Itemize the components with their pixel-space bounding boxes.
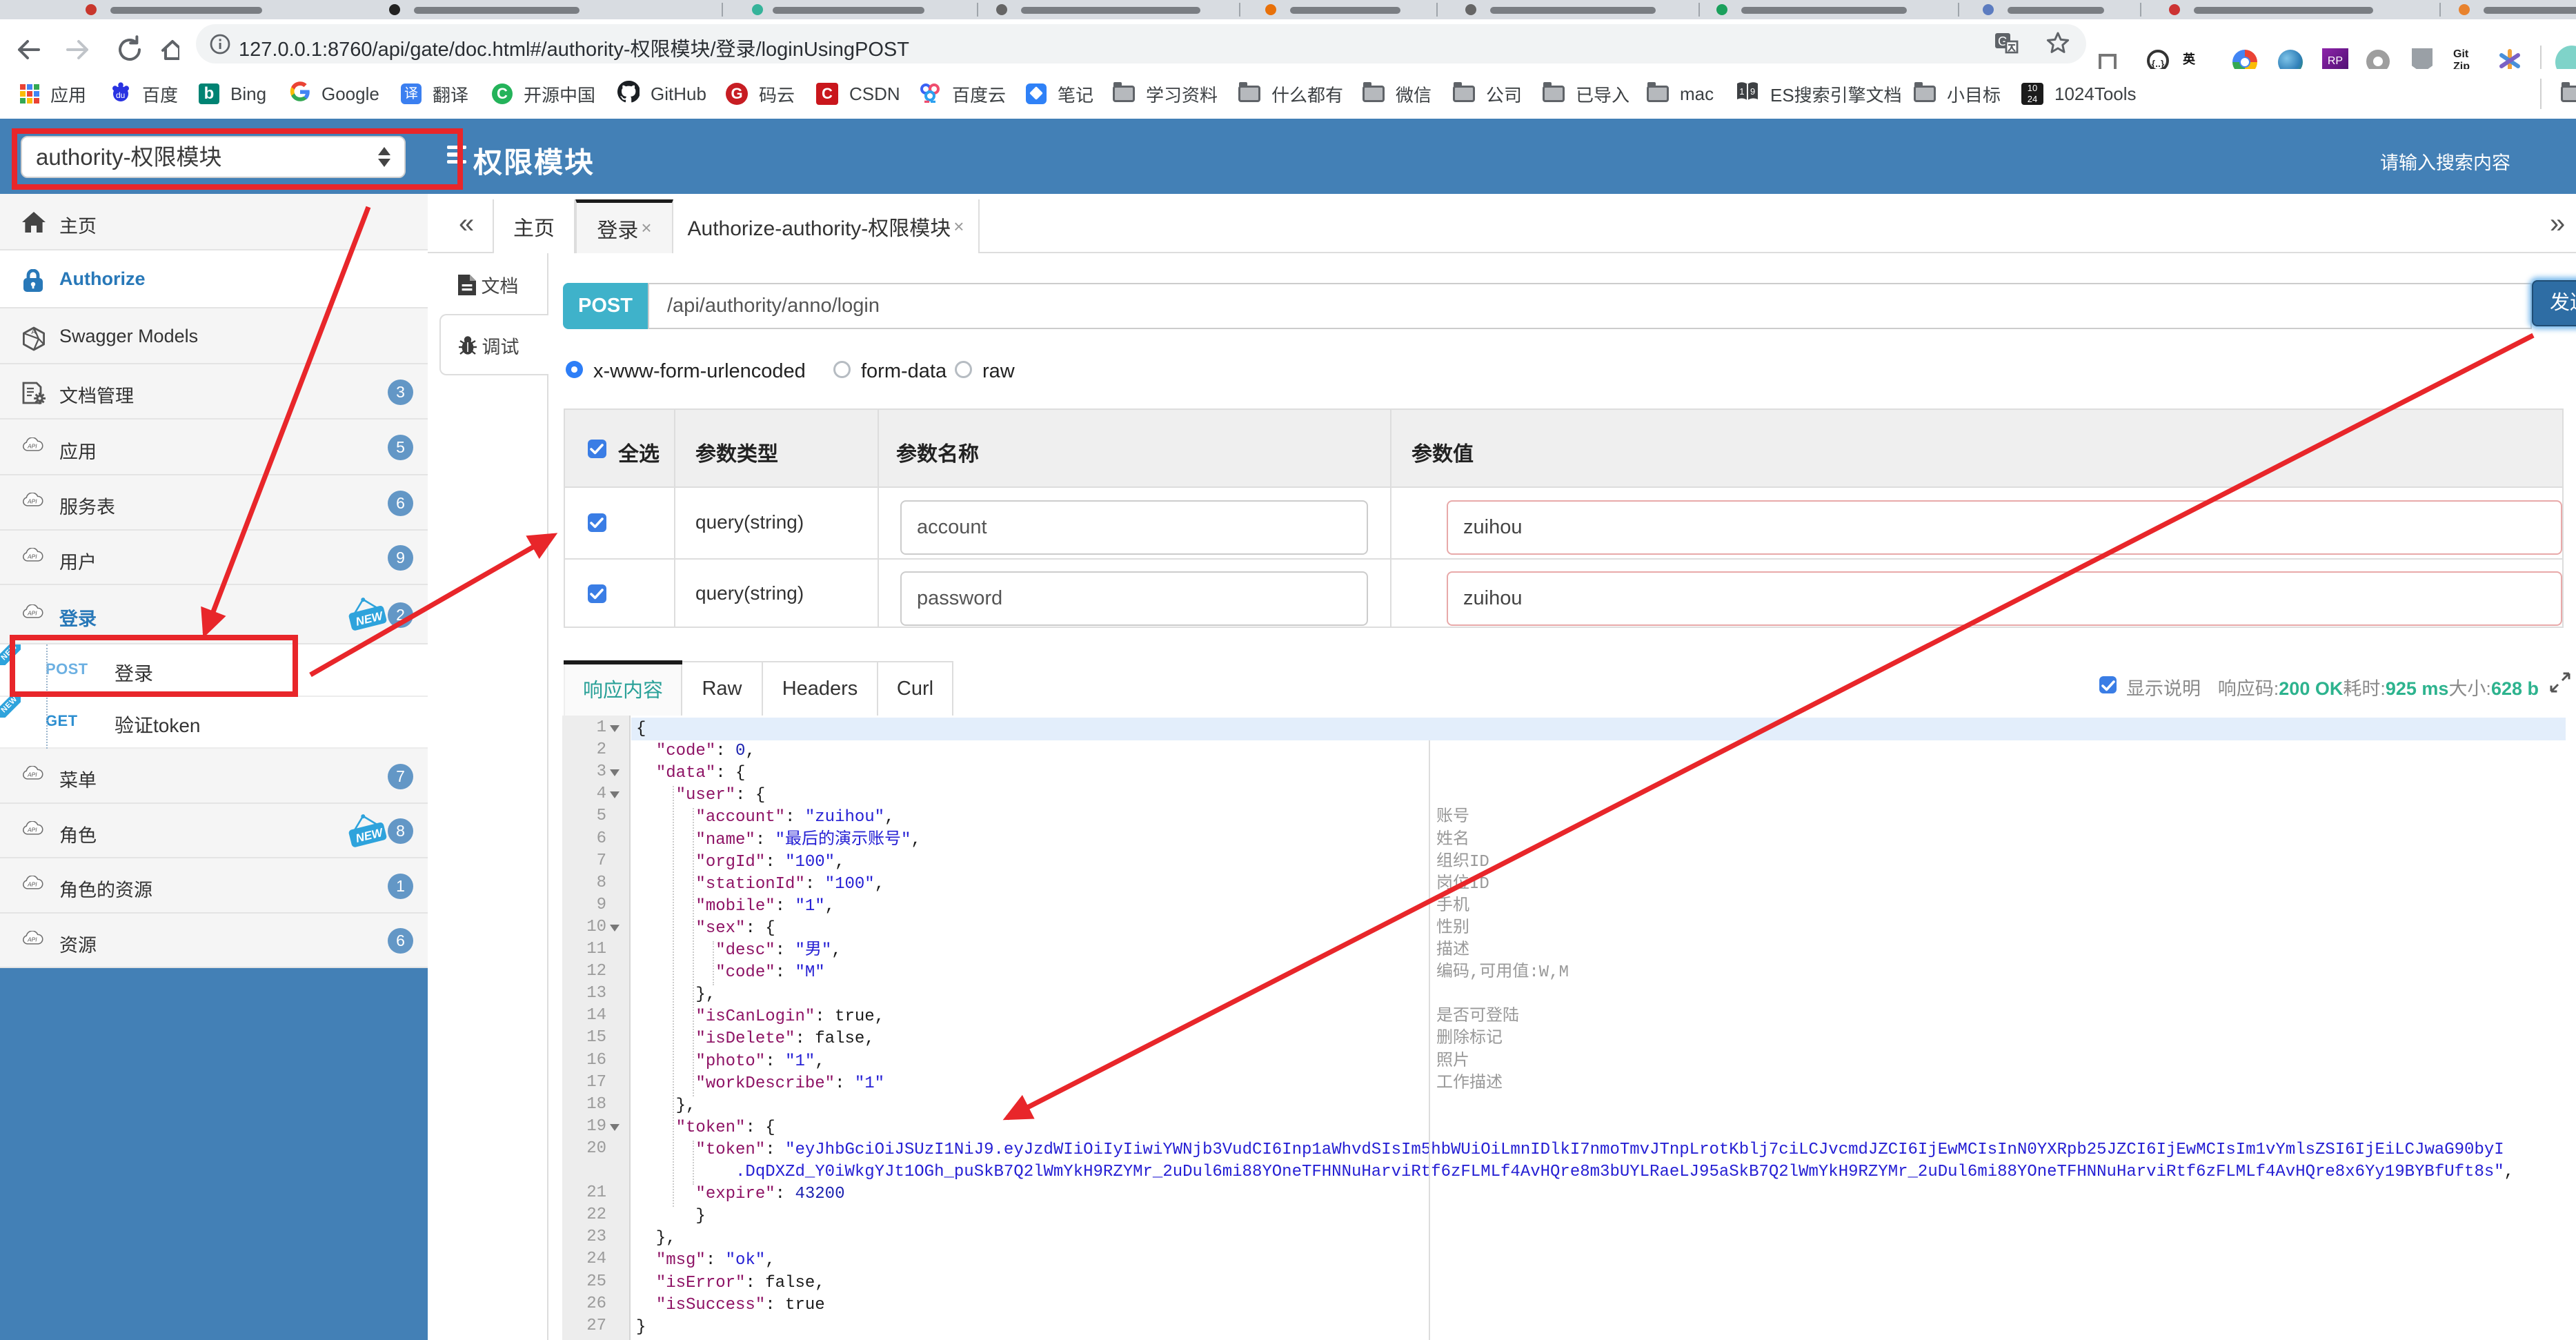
svg-text:1: 1 [1739, 86, 1744, 97]
svg-text:API: API [27, 936, 37, 943]
svg-text:9: 9 [1750, 86, 1755, 97]
svg-text:API: API [27, 442, 37, 449]
svg-text:API: API [27, 880, 37, 887]
svg-text:API: API [27, 609, 37, 616]
svg-text:API: API [27, 826, 37, 833]
svg-text:A: A [31, 328, 36, 335]
svg-text:API: API [27, 497, 37, 504]
svg-text:API: API [27, 553, 37, 560]
svg-text:API: API [27, 771, 37, 778]
svg-text:du: du [116, 90, 125, 100]
